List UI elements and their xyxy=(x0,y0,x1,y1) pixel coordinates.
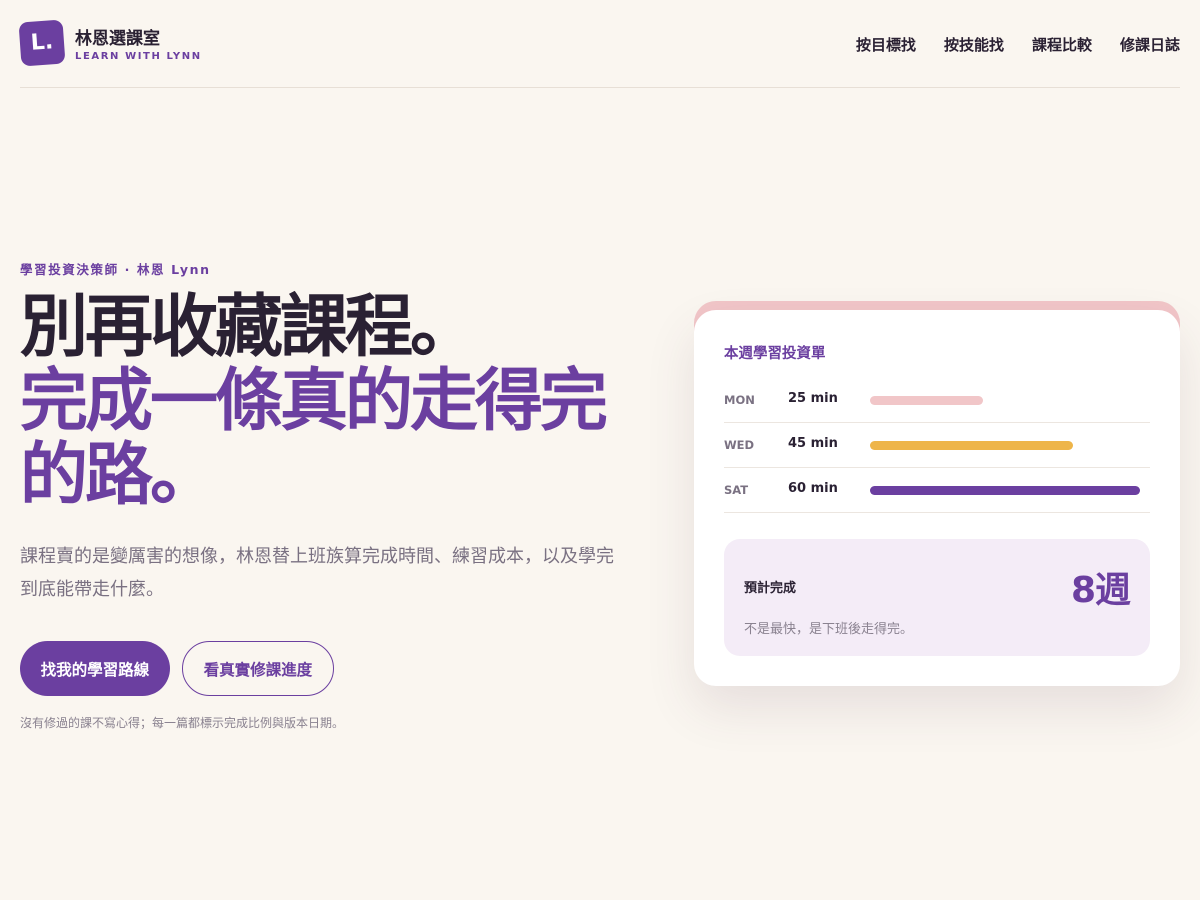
schedule-bar xyxy=(870,441,1073,450)
headline-line-1: 別再收藏課程。 xyxy=(20,287,478,367)
weekly-schedule-card: 本週學習投資單 MON 25 min WED 45 min SAT 60 min… xyxy=(694,310,1180,686)
completion-summary: 預計完成 8週 不是最快，是下班後走得完。 xyxy=(724,539,1150,656)
site-header: L. 林恩選課室 LEARN WITH LYNN 按目標找 按技能找 課程比較 … xyxy=(18,0,1180,88)
brand-name[interactable]: 林恩選課室 xyxy=(75,24,160,49)
schedule-row: WED 45 min xyxy=(724,423,1150,468)
schedule-day: MON xyxy=(724,393,755,407)
schedule-bar-track xyxy=(870,441,1140,450)
schedule-row: SAT 60 min xyxy=(724,468,1150,513)
hero-eyebrow: 學習投資決策師 · 林恩 Lynn xyxy=(20,262,211,277)
find-learning-path-button[interactable]: 找我的學習路線 xyxy=(20,641,170,696)
schedule-bar xyxy=(870,396,983,405)
nav-item-by-skill[interactable]: 按技能找 xyxy=(944,34,1004,55)
schedule-bar-track xyxy=(870,396,1140,405)
hero-headline: 別再收藏課程。 完成一條真的走得完的路。 xyxy=(20,290,640,512)
schedule-minutes: 60 min xyxy=(788,481,838,496)
schedule-bar xyxy=(870,486,1140,495)
view-progress-button[interactable]: 看真實修課進度 xyxy=(182,641,334,696)
schedule-rows: MON 25 min WED 45 min SAT 60 min xyxy=(724,378,1150,513)
schedule-minutes: 25 min xyxy=(788,391,838,406)
headline-line-2: 完成一條真的走得完的路。 xyxy=(20,361,608,515)
schedule-day: WED xyxy=(724,438,755,452)
completion-value: 8週 xyxy=(1070,570,1131,611)
schedule-row: MON 25 min xyxy=(724,378,1150,423)
brand-subtitle: LEARN WITH LYNN xyxy=(75,51,202,62)
nav-item-by-goal[interactable]: 按目標找 xyxy=(856,34,916,55)
completion-note: 不是最快，是下班後走得完。 xyxy=(744,622,914,637)
nav-item-course-compare[interactable]: 課程比較 xyxy=(1032,34,1092,55)
completion-label: 預計完成 xyxy=(744,581,797,596)
schedule-minutes: 45 min xyxy=(788,436,838,451)
card-title: 本週學習投資單 xyxy=(724,345,826,362)
hero-description: 課程賣的是變厲害的想像，林恩替上班族算完成時間、練習成本，以及學完到底能帶走什麼… xyxy=(20,546,614,600)
nav-item-study-log[interactable]: 修課日誌 xyxy=(1120,34,1180,55)
logo-icon[interactable]: L. xyxy=(18,19,66,67)
schedule-bar-track xyxy=(870,486,1140,495)
hero-footnote: 沒有修過的課不寫心得；每一篇都標示完成比例與版本日期。 xyxy=(20,716,345,730)
schedule-day: SAT xyxy=(724,483,749,497)
main-nav: 按目標找 按技能找 課程比較 修課日誌 xyxy=(856,34,1180,55)
